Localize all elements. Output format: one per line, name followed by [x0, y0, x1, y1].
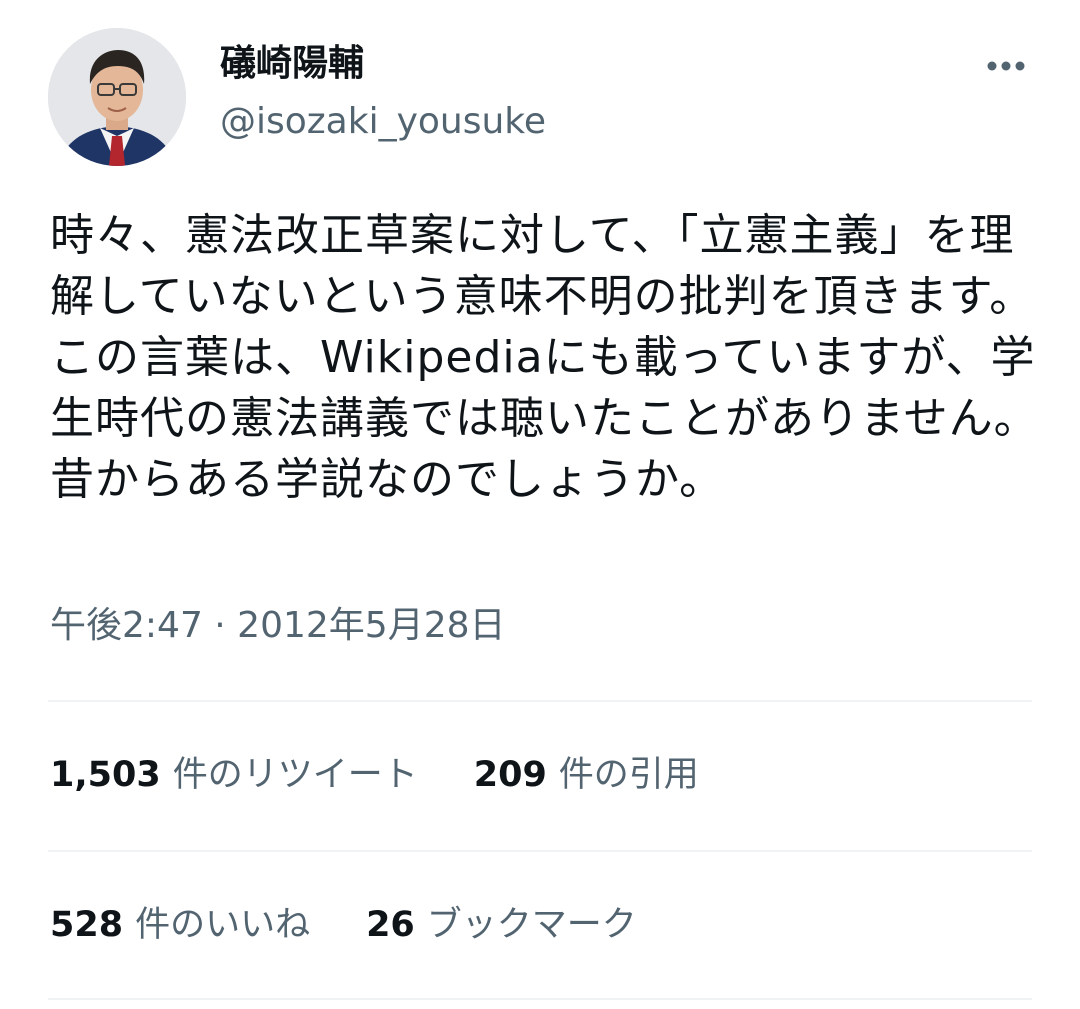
retweet-count-link[interactable]: 1,503 件のリツイート	[50, 746, 418, 797]
bookmark-count-link[interactable]: 26 ブックマーク	[366, 896, 637, 947]
bookmark-count: 26	[366, 905, 415, 945]
display-name[interactable]: 礒崎陽輔	[220, 40, 364, 88]
tweet-timestamp[interactable]: 午後2:47 · 2012年5月28日	[50, 602, 506, 650]
engagement-row-shares: 1,503 件のリツイート 209 件の引用	[50, 746, 699, 802]
quote-count-link[interactable]: 209 件の引用	[474, 746, 699, 797]
like-label: 件のいいね	[135, 905, 311, 945]
quote-label: 件の引用	[558, 755, 699, 795]
quote-count: 209	[473, 755, 547, 795]
user-handle[interactable]: @isozaki_yousuke	[220, 98, 546, 146]
avatar-image	[48, 28, 186, 166]
divider	[48, 850, 1032, 852]
like-count: 528	[50, 905, 124, 945]
engagement-row-likes: 528 件のいいね 26 ブックマーク	[50, 896, 637, 952]
retweet-label: 件のリツイート	[172, 755, 418, 795]
bookmark-label: ブックマーク	[426, 905, 637, 945]
more-options-button[interactable]	[978, 46, 1034, 86]
tweet-text: 時々、憲法改正草案に対して、「立憲主義」を理解していないという意味不明の批判を頂…	[50, 210, 1039, 505]
retweet-count: 1,503	[50, 755, 161, 795]
tweet-header: 礒崎陽輔 @isozaki_yousuke	[0, 0, 1080, 180]
more-horizontal-icon	[987, 61, 1025, 71]
divider	[48, 998, 1032, 1000]
avatar[interactable]	[48, 28, 186, 166]
divider	[48, 700, 1032, 702]
like-count-link[interactable]: 528 件のいいね	[50, 896, 310, 947]
